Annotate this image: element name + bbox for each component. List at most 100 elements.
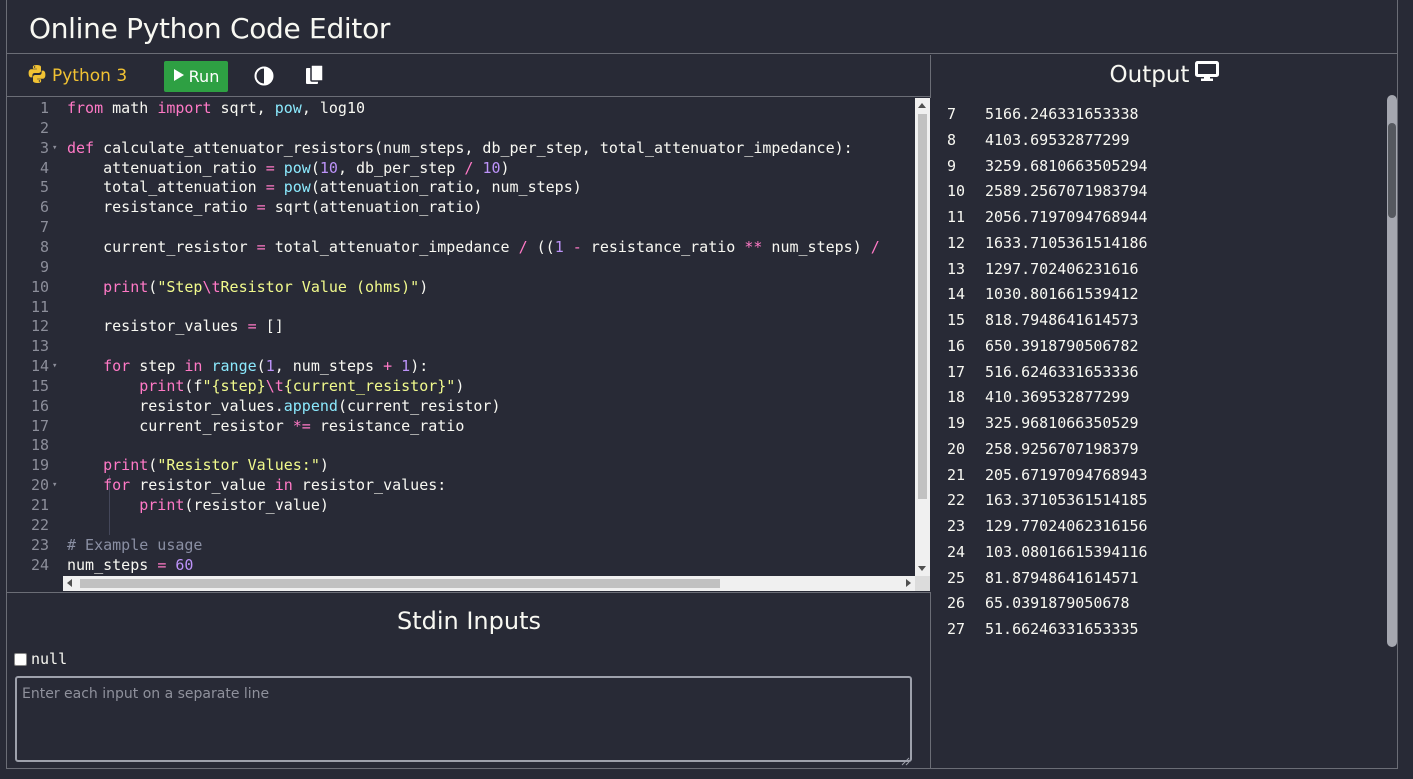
run-button[interactable]: Run — [164, 61, 228, 92]
code-line[interactable]: 22 — [7, 516, 915, 536]
code-line[interactable]: 12 resistor_values = [] — [7, 317, 915, 337]
output-value: 818.7948641614573 — [985, 311, 1139, 329]
output-line: 22 163.37105361514185 — [947, 488, 1148, 514]
code-text: def calculate_attenuator_resistors(num_s… — [67, 138, 853, 157]
output-value: 103.08016615394116 — [985, 542, 1148, 561]
code-line[interactable]: 15 print(f"{step}\t{current_resistor}") — [7, 377, 915, 397]
code-line[interactable]: 20 ▾ for resistor_value in resistor_value… — [7, 476, 915, 496]
scroll-up-arrow-icon[interactable] — [918, 103, 926, 108]
line-number: 6 — [39, 198, 49, 217]
code-line[interactable]: 19 print("Resistor Values:") — [7, 456, 915, 476]
code-line[interactable]: 14 ▾ for step in range(1, num_steps + 1): — [7, 357, 915, 377]
line-number: 1 — [39, 99, 49, 117]
output-step: 11 — [947, 208, 966, 226]
output-step: 14 — [947, 285, 966, 304]
code-line[interactable]: 21 print(resistor_value) — [7, 496, 915, 516]
stdin-input[interactable] — [15, 676, 912, 762]
scroll-down-arrow-icon[interactable] — [918, 566, 926, 571]
code-line[interactable]: 2 — [7, 119, 915, 139]
output-pane: Output 7 5166.246331653338 8 4103.695328772… — [932, 55, 1397, 768]
line-number: 4 — [39, 158, 49, 177]
code-line[interactable]: 11 — [7, 298, 915, 318]
output-step: 23 — [947, 517, 966, 535]
scroll-thumb[interactable] — [918, 114, 927, 499]
scroll-left-arrow-icon[interactable] — [67, 579, 72, 587]
scroll-right-arrow-icon[interactable] — [906, 579, 911, 587]
output-value: 129.77024062316156 — [985, 517, 1148, 535]
output-line: 11 2056.7197094768944 — [947, 205, 1148, 231]
code-line[interactable]: 4 attenuation_ratio = pow(10, db_per_ste… — [7, 159, 915, 179]
output-scrollbar[interactable] — [1387, 95, 1397, 647]
output-step: 25 — [947, 568, 966, 587]
null-option[interactable]: null — [14, 650, 67, 668]
output-console[interactable]: 7 5166.246331653338 8 4103.69532877299 9 3259… — [932, 95, 1397, 647]
output-value: 325.9681066350529 — [985, 414, 1139, 432]
editor-pane: Python 3 Run 1 from math import sqrt, po… — [7, 55, 931, 768]
output-line: 10 2589.2567071983794 — [947, 179, 1148, 205]
line-number: 25 — [7, 575, 49, 576]
output-step: 18 — [947, 388, 966, 407]
code-text: print(resistor_value) — [139, 496, 329, 514]
fold-arrow-icon[interactable]: ▾ — [52, 357, 57, 377]
output-step: 26 — [947, 594, 966, 613]
line-number: 17 — [30, 416, 49, 435]
output-step: 21 — [947, 465, 966, 484]
code-line[interactable]: 23 # Example usage — [7, 536, 915, 556]
line-number: 20 — [30, 476, 49, 495]
output-line: 23 129.77024062316156 — [947, 514, 1148, 540]
output-step: 22 — [947, 491, 966, 510]
app-frame: Online Python Code Editor Python 3 Run 1… — [6, 0, 1398, 769]
line-number: 7 — [39, 218, 49, 237]
output-step: 8 — [947, 130, 957, 149]
language-selector[interactable]: Python 3 — [27, 64, 127, 88]
scroll-thumb[interactable] — [1388, 123, 1396, 218]
output-value: 2589.2567071983794 — [985, 182, 1148, 201]
code-line[interactable]: 9 — [7, 258, 915, 278]
code-line[interactable]: 18 — [7, 436, 915, 456]
theme-toggle-icon[interactable] — [254, 66, 274, 86]
fold-arrow-icon[interactable]: ▾ — [52, 476, 57, 496]
code-line[interactable]: 5 total_attenuation = pow(attenuation_ra… — [7, 178, 915, 198]
line-number: 9 — [39, 257, 49, 276]
code-editor[interactable]: 1 from math import sqrt, pow, log10 2 3 ▾ def… — [7, 98, 931, 593]
code-line[interactable]: 1 from math import sqrt, pow, log10 — [7, 99, 915, 119]
output-step: 27 — [947, 620, 966, 638]
line-number: 11 — [30, 297, 49, 316]
scroll-thumb[interactable] — [80, 579, 720, 588]
code-lines[interactable]: 1 from math import sqrt, pow, log10 2 3 ▾ def… — [7, 98, 915, 576]
code-line[interactable]: 13 — [7, 337, 915, 357]
monitor-icon — [1195, 60, 1220, 87]
line-number: 19 — [30, 456, 49, 475]
fold-arrow-icon[interactable]: ▾ — [52, 139, 57, 159]
editor-vertical-scrollbar[interactable] — [915, 98, 930, 576]
copy-icon[interactable] — [305, 64, 325, 86]
output-step: 19 — [947, 414, 966, 432]
resize-grip-icon[interactable] — [900, 751, 910, 766]
code-line[interactable]: 7 — [7, 218, 915, 238]
output-title: Output — [1109, 62, 1190, 88]
line-number: 18 — [30, 436, 49, 455]
code-line[interactable]: 16 resistor_values.append(current_resist… — [7, 397, 915, 417]
output-value: 5166.246331653338 — [985, 105, 1139, 123]
output-value: 51.66246331653335 — [985, 620, 1139, 638]
editor-horizontal-scrollbar[interactable] — [63, 576, 915, 591]
output-value: 65.0391879050678 — [985, 594, 1130, 613]
output-line: 8 4103.69532877299 — [947, 128, 1130, 154]
code-line[interactable]: 17 current_resistor *= resistance_ratio — [7, 417, 915, 437]
output-value: 3259.6810663505294 — [985, 156, 1148, 175]
code-line[interactable]: 6 resistance_ratio = sqrt(attenuation_ra… — [7, 198, 915, 218]
code-line[interactable]: 8 current_resistor = total_attenuator_im… — [7, 238, 915, 258]
output-line: 7 5166.246331653338 — [947, 102, 1139, 128]
output-value: 1030.801661539412 — [985, 285, 1139, 304]
code-text: attenuation_ratio = pow(10, db_per_step … — [67, 158, 510, 177]
null-checkbox[interactable] — [14, 652, 27, 666]
code-line[interactable]: 3 ▾ def calculate_attenuator_resistors(num… — [7, 139, 915, 159]
output-line: 16 650.3918790506782 — [947, 334, 1139, 360]
output-line: 24 103.08016615394116 — [947, 540, 1148, 566]
code-line[interactable]: 10 print("Step\tResistor Value (ohms)") — [7, 278, 915, 298]
output-line: 9 3259.6810663505294 — [947, 154, 1148, 180]
output-step: 17 — [947, 362, 966, 381]
code-line[interactable]: 24 num_steps = 60 — [7, 556, 915, 576]
output-step: 10 — [947, 182, 966, 201]
stdin-title: Stdin Inputs — [396, 607, 542, 635]
